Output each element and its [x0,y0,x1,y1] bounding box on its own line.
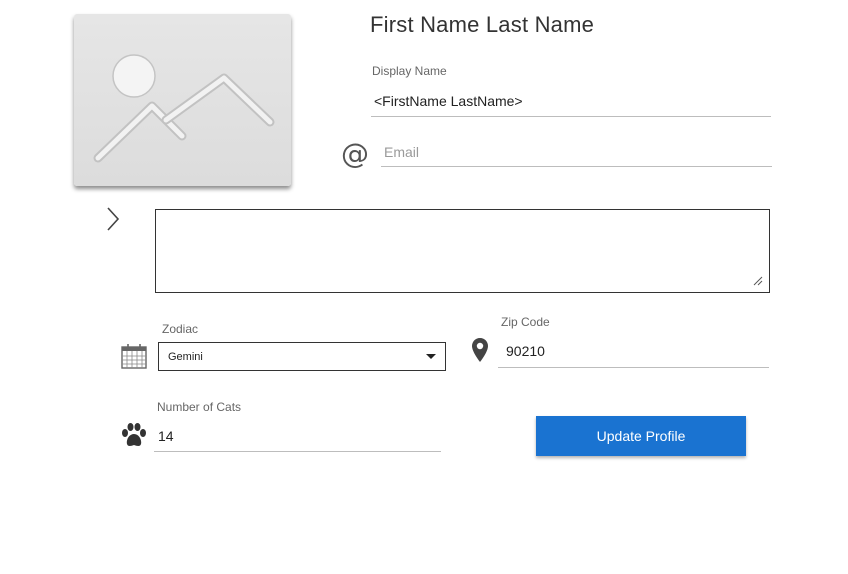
paw-icon [122,423,146,446]
calendar-icon [121,344,147,369]
avatar-image-placeholder[interactable] [74,14,291,186]
caret-down-icon [426,354,436,359]
update-profile-button[interactable]: Update Profile [536,416,746,456]
display-name-label: Display Name [372,64,447,78]
image-placeholder-icon [93,54,275,163]
bio-textarea[interactable] [156,210,769,292]
map-pin-icon [472,338,488,362]
bio-textarea-container[interactable] [155,209,770,293]
number-of-cats-label: Number of Cats [157,400,242,414]
number-of-cats-input[interactable] [154,420,441,452]
at-sign-icon: @ [341,139,369,169]
display-name-input[interactable] [371,86,771,117]
zip-code-label: Zip Code [501,315,550,329]
email-input[interactable] [381,138,772,167]
zodiac-select[interactable]: Gemini [158,342,446,371]
chevron-right-icon[interactable] [104,205,122,233]
resize-grip-icon[interactable] [753,276,763,286]
page-title: First Name Last Name [370,12,595,37]
svg-text:@: @ [341,139,369,169]
zodiac-label: Zodiac [162,322,199,336]
zodiac-selected-value: Gemini [168,350,203,363]
zip-code-input[interactable] [498,335,769,368]
